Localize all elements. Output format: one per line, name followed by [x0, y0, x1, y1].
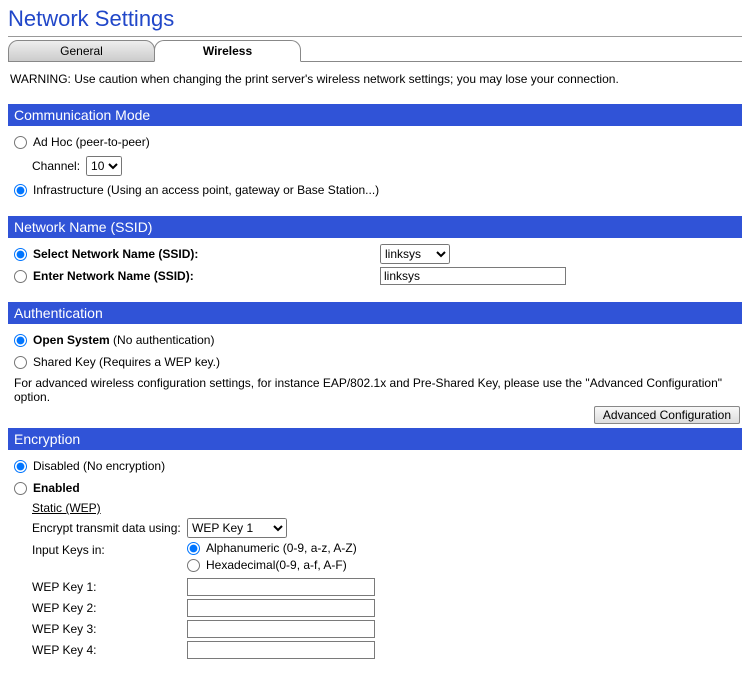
- ssid-select[interactable]: linksys: [380, 244, 450, 264]
- wep-key-1-label: WEP Key 1:: [32, 580, 187, 594]
- wep-key-4-label: WEP Key 4:: [32, 643, 187, 657]
- input-keys-label: Input Keys in:: [32, 541, 187, 557]
- wep-key-3-label: WEP Key 3:: [32, 622, 187, 636]
- page-title: Network Settings: [8, 6, 742, 32]
- infrastructure-label: Infrastructure (Using an access point, g…: [33, 183, 379, 197]
- radio-encryption-disabled[interactable]: [14, 460, 27, 473]
- static-wep-label: Static (WEP): [32, 501, 101, 515]
- tab-general[interactable]: General: [8, 40, 155, 62]
- encrypt-transmit-label: Encrypt transmit data using:: [32, 521, 187, 535]
- wep-key-2-input[interactable]: [187, 599, 375, 617]
- radio-hexadecimal[interactable]: [187, 559, 200, 572]
- shared-key-label: Shared Key (Requires a WEP key.): [33, 355, 220, 369]
- ssid-input[interactable]: [380, 267, 566, 285]
- open-system-label: Open System (No authentication): [33, 333, 214, 347]
- advanced-configuration-button[interactable]: Advanced Configuration: [594, 406, 740, 424]
- wep-key-1-input[interactable]: [187, 578, 375, 596]
- section-header-authentication: Authentication: [8, 302, 742, 324]
- radio-enter-ssid[interactable]: [14, 270, 27, 283]
- tab-wireless[interactable]: Wireless: [154, 40, 301, 62]
- auth-note: For advanced wireless configuration sett…: [14, 376, 740, 404]
- radio-adhoc[interactable]: [14, 136, 27, 149]
- divider: [8, 36, 742, 37]
- section-header-ssid: Network Name (SSID): [8, 216, 742, 238]
- warning-text: WARNING: Use caution when changing the p…: [10, 72, 742, 86]
- section-header-communication-mode: Communication Mode: [8, 104, 742, 126]
- wep-key-3-input[interactable]: [187, 620, 375, 638]
- adhoc-label: Ad Hoc (peer-to-peer): [33, 135, 150, 149]
- radio-encryption-enabled[interactable]: [14, 482, 27, 495]
- radio-alphanumeric[interactable]: [187, 542, 200, 555]
- select-ssid-label: Select Network Name (SSID):: [33, 247, 198, 261]
- tabs: General Wireless: [8, 39, 742, 62]
- alphanumeric-label: Alphanumeric (0-9, a-z, A-Z): [206, 541, 357, 555]
- radio-infrastructure[interactable]: [14, 184, 27, 197]
- wep-key-2-label: WEP Key 2:: [32, 601, 187, 615]
- radio-select-ssid[interactable]: [14, 248, 27, 261]
- hexadecimal-label: Hexadecimal(0-9, a-f, A-F): [206, 558, 347, 572]
- enter-ssid-label: Enter Network Name (SSID):: [33, 269, 194, 283]
- channel-label: Channel:: [32, 159, 80, 173]
- encryption-enabled-label: Enabled: [33, 481, 80, 495]
- radio-shared-key[interactable]: [14, 356, 27, 369]
- encryption-disabled-label: Disabled (No encryption): [33, 459, 165, 473]
- wep-key-4-input[interactable]: [187, 641, 375, 659]
- section-header-encryption: Encryption: [8, 428, 742, 450]
- channel-select[interactable]: 10: [86, 156, 122, 176]
- wep-key-select[interactable]: WEP Key 1: [187, 518, 287, 538]
- radio-open-system[interactable]: [14, 334, 27, 347]
